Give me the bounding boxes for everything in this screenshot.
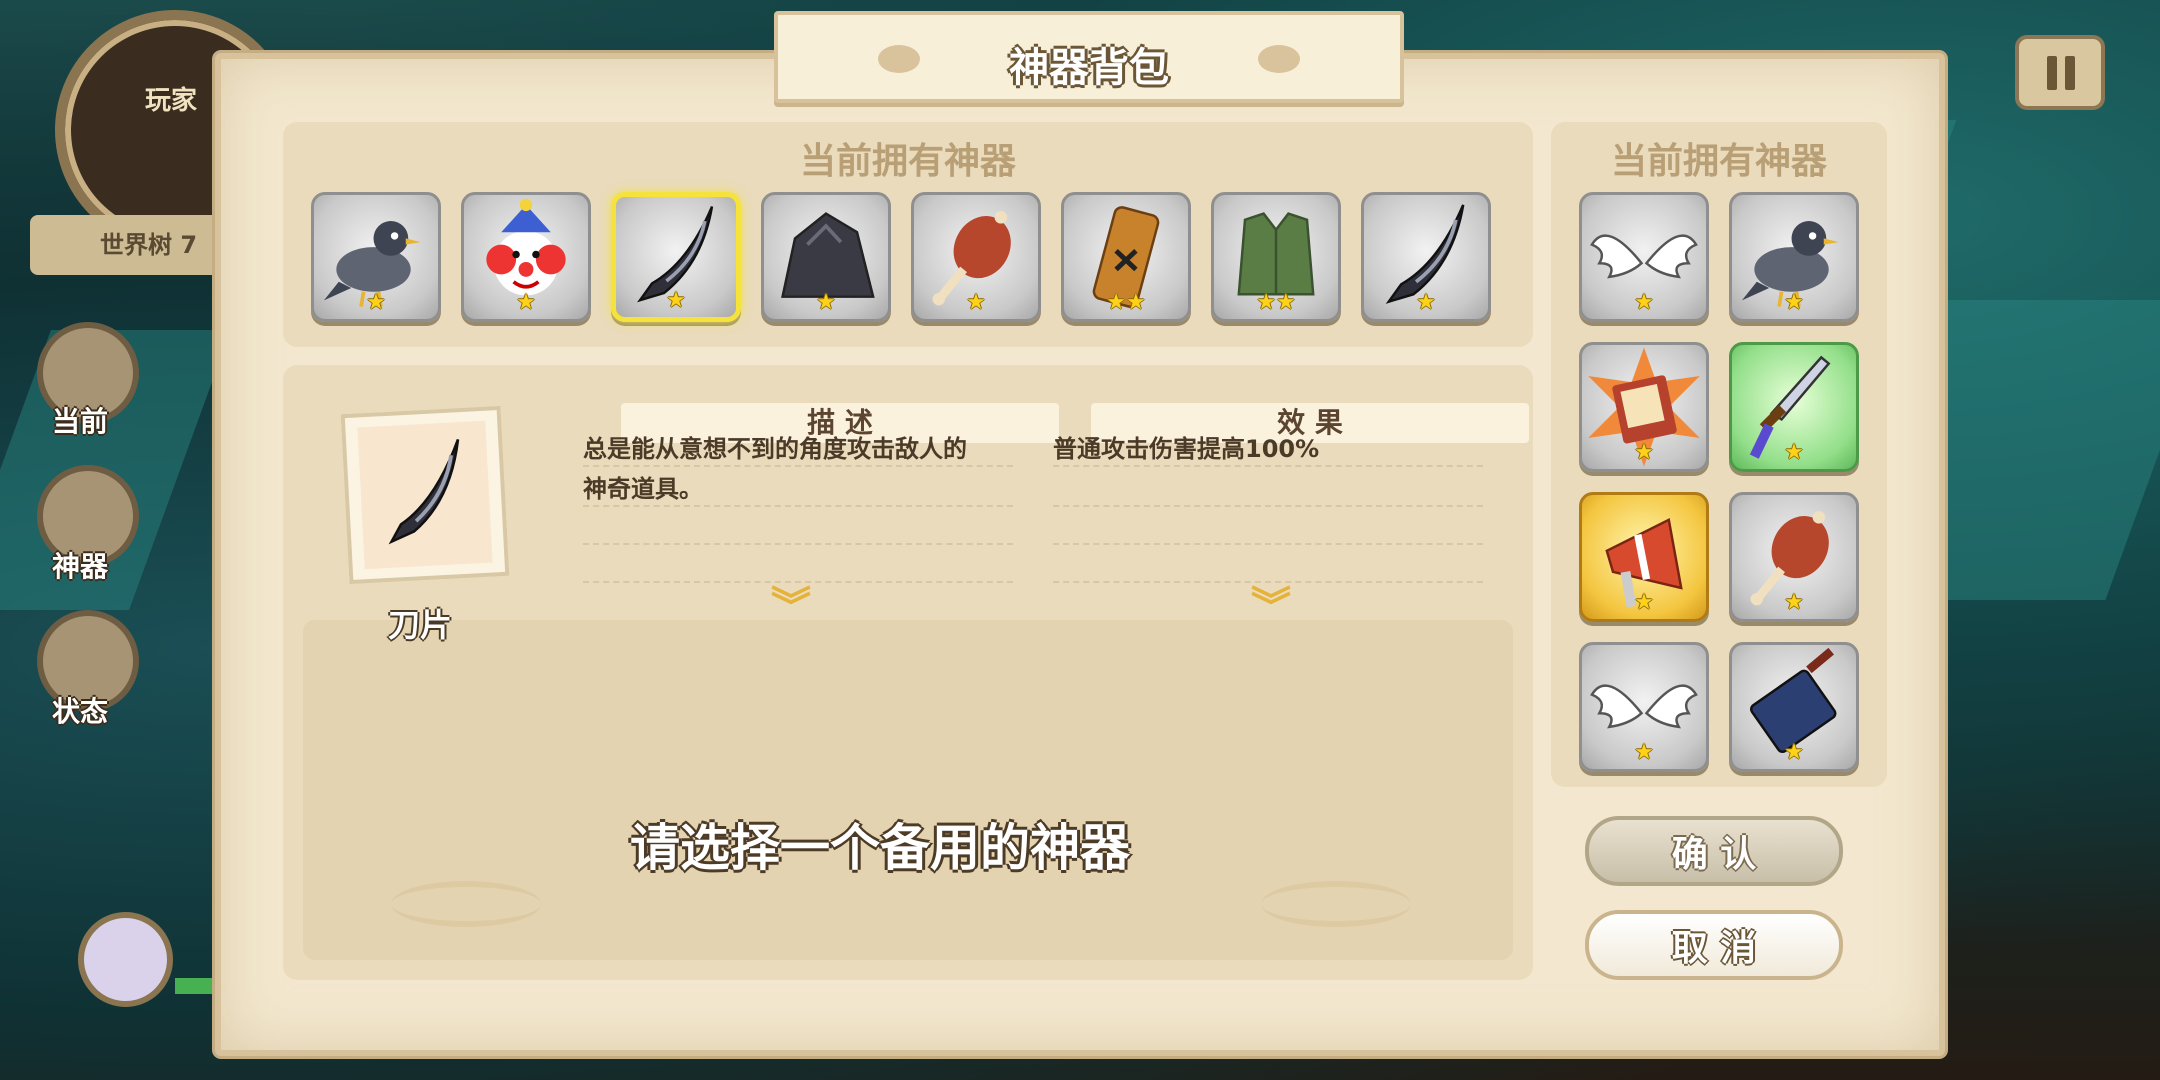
current-button-label: 当前 [52,405,109,438]
owned-artifacts-box: 当前拥有神器 ★ ★ ★ ★ ★ ★★ ★★ ★ [283,122,1533,347]
owned-artifact-slot[interactable]: ★★ [1061,192,1191,322]
status-button-label: 状态 [52,695,109,728]
owned-artifact-slot[interactable]: ★★ [1211,192,1341,322]
equipped-artifact-slot[interactable]: ★ [1729,642,1859,772]
owned-artifact-slot[interactable]: ★ [761,192,891,322]
owned-artifact-slot[interactable]: ★ [461,192,591,322]
star-rating: ★ [1416,290,1436,315]
divider [1053,581,1483,583]
star-rating: ★ [1784,290,1804,315]
star-rating: ★ [1634,740,1654,765]
confirm-button[interactable]: 确 认 [1585,816,1843,886]
star-rating: ★ [366,290,386,315]
description-line: 总是能从意想不到的角度攻击敌人的 [583,435,967,463]
flourish-icon [1261,881,1411,927]
equipped-artifacts-box: 当前拥有神器 ★ ★ ★ ★ ★ ★ ★ ★ [1551,122,1887,787]
star-rating: ★ [666,288,686,313]
divider [583,505,1013,507]
owned-title: 当前拥有神器 [799,141,1016,182]
star-rating: ★★ [1256,290,1296,315]
selected-item-frame [357,420,493,570]
title-tab: 神器背包 [774,11,1404,103]
effect-line: 普通攻击伤害提高100% [1053,435,1320,463]
panel-title: 神器背包 [1009,45,1169,91]
world-label: 世界树 7 [30,215,230,275]
star-rating: ★ [816,290,836,315]
hero-avatar[interactable] [78,912,173,1007]
equipped-title: 当前拥有神器 [1610,141,1827,182]
blade-icon [388,438,460,545]
equipped-artifact-slot[interactable]: ★ [1579,642,1709,772]
expand-effect-icon[interactable]: ︾ [1236,587,1306,627]
star-rating: ★ [1784,440,1804,465]
owned-artifact-slot[interactable]: ★ [911,192,1041,322]
flourish-icon [391,881,541,927]
portrait-label: 玩家 [145,86,198,116]
description-line: 神奇道具。 [583,475,703,503]
star-rating: ★ [1634,440,1654,465]
owned-artifact-slot[interactable]: ★ [311,192,441,322]
pause-button[interactable] [2015,35,2105,110]
owned-artifact-slot[interactable]: ★ [1361,192,1491,322]
divider [1053,543,1483,545]
pause-icon [2047,56,2057,90]
star-rating: ★ [1784,740,1804,765]
select-prompt: 请选择一个备用的神器 [630,819,1130,877]
divider [583,543,1013,545]
star-rating: ★ [966,290,986,315]
equipped-artifact-slot[interactable]: ★ [1729,342,1859,472]
owned-artifact-slot[interactable]: ★ [611,192,741,322]
equipped-artifact-slot[interactable]: ★ [1579,342,1709,472]
divider [1053,465,1483,467]
star-rating: ★ [1634,290,1654,315]
equipped-artifact-slot[interactable]: ★ [1579,192,1709,322]
divider [1053,505,1483,507]
equipped-artifact-slot[interactable]: ★ [1729,192,1859,322]
star-rating: ★ [1634,590,1654,615]
divider [583,581,1013,583]
divider [583,465,1013,467]
selected-item-card [340,405,510,585]
selected-item-name: 刀片 [387,606,452,644]
star-rating: ★ [1784,590,1804,615]
ornament-icon [1258,45,1300,73]
hp-bar [175,978,215,994]
artifact-button-label: 神器 [52,550,109,583]
cancel-button[interactable]: 取 消 [1585,910,1843,980]
star-rating: ★ [516,290,536,315]
equipped-artifact-slot[interactable]: ★ [1729,492,1859,622]
expand-description-icon[interactable]: ︾ [756,587,826,627]
pause-icon [2065,56,2075,90]
equipped-artifact-slot[interactable]: ★ [1579,492,1709,622]
star-rating: ★★ [1106,290,1146,315]
